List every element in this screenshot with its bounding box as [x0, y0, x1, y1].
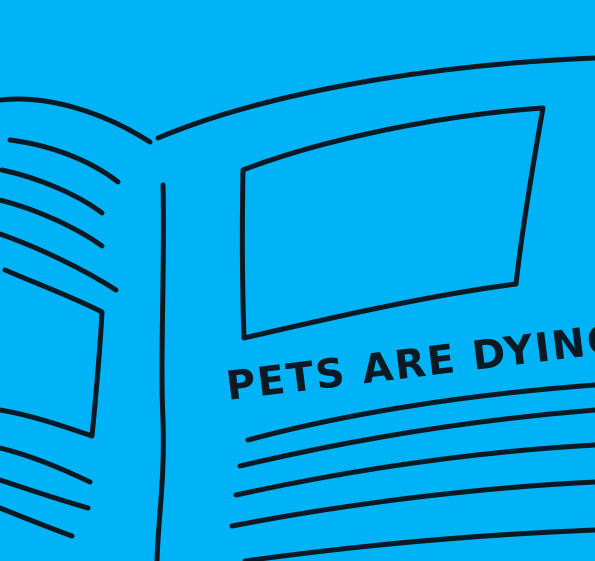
- left-text-line-6: [0, 477, 91, 511]
- newspaper-drawing: PETS ARE DYING: [0, 55, 595, 561]
- left-page-top-edge: [0, 96, 153, 145]
- left-text-line-5: [0, 445, 93, 485]
- left-text-line-7: [0, 505, 75, 539]
- right-text-line-2: [237, 407, 595, 469]
- right-text-line-5: [242, 527, 595, 561]
- newspaper-sketch: PETS ARE DYING: [0, 0, 595, 561]
- center-fold: [154, 182, 166, 561]
- right-page-top-edge: [155, 55, 595, 141]
- left-photo-frame: [0, 267, 105, 439]
- right-text-line-4: [229, 479, 595, 529]
- right-photo-frame: [239, 105, 546, 341]
